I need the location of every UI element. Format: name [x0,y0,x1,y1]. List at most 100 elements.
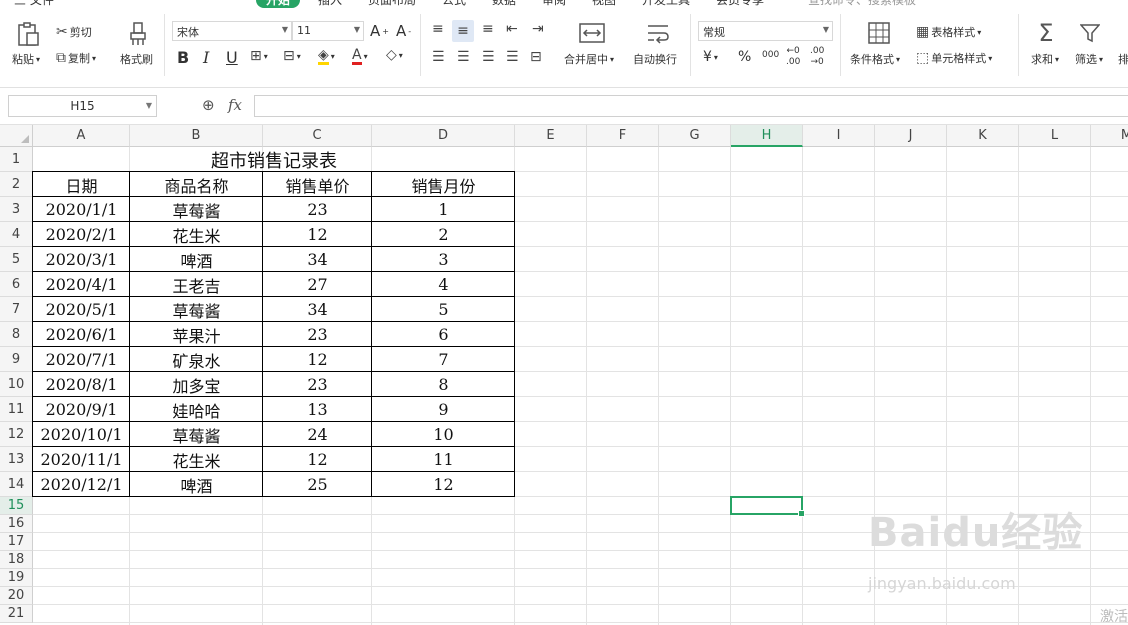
format-painter-icon[interactable] [124,20,152,48]
table-cell[interactable]: 2020/5/1 [33,297,130,322]
table-cell[interactable]: 2020/7/1 [33,347,130,372]
row-header-2[interactable]: 2 [0,172,33,197]
table-cell[interactable]: 10 [372,422,515,447]
paste-icon[interactable] [14,20,42,48]
bold-button[interactable]: B [177,48,189,67]
conditional-format-icon[interactable] [866,20,892,46]
percent-button[interactable]: % [738,49,751,65]
filter-button[interactable]: 筛选 ▾ [1075,51,1103,67]
menu-data[interactable]: 数据 [492,0,516,8]
currency-button[interactable]: ¥ ▾ [703,49,718,65]
row-header-17[interactable]: 17 [0,533,33,551]
formula-input[interactable] [254,95,1128,117]
table-cell[interactable]: 23 [263,197,372,222]
copy-button[interactable]: ⧉ 复制 ▾ [56,50,96,66]
column-header-j[interactable]: J [875,125,947,147]
table-cell[interactable]: 4 [372,272,515,297]
table-cell[interactable]: 苹果汁 [130,322,263,347]
column-header-d[interactable]: D [372,125,515,147]
row-header-4[interactable]: 4 [0,222,33,247]
cell-style-button[interactable]: ⬚ 单元格样式 ▾ [916,50,992,66]
wrap-text-icon[interactable] [644,20,672,46]
table-cell[interactable]: 13 [263,397,372,422]
table-cell[interactable]: 花生米 [130,222,263,247]
table-header-cell[interactable]: 日期 [33,172,130,197]
font-name-select[interactable]: 宋体 ▼ [172,21,292,41]
row-header-1[interactable]: 1 [0,147,33,172]
sort-button[interactable]: 排 [1118,51,1128,67]
table-cell[interactable]: 草莓酱 [130,422,263,447]
column-header-k[interactable]: K [947,125,1019,147]
table-cell[interactable]: 2020/8/1 [33,372,130,397]
table-cell[interactable]: 3 [372,247,515,272]
align-center-button[interactable]: ☰ [457,50,470,64]
table-cell[interactable]: 2020/4/1 [33,272,130,297]
table-header-cell[interactable]: 商品名称 [130,172,263,197]
decrease-decimal-button[interactable]: .00 →0 [810,47,824,67]
row-header-6[interactable]: 6 [0,272,33,297]
decrease-font-button[interactable]: A- [396,22,411,40]
table-cell[interactable]: 34 [263,297,372,322]
table-cell[interactable]: 12 [263,222,372,247]
sum-button[interactable]: 求和 ▾ [1031,51,1059,67]
table-cell[interactable]: 11 [372,447,515,472]
table-cell[interactable]: 2020/10/1 [33,422,130,447]
font-size-select[interactable]: 11 ▼ [292,21,364,41]
table-cell[interactable]: 7 [372,347,515,372]
row-header-16[interactable]: 16 [0,515,33,533]
fx-icon[interactable]: fx [228,96,242,114]
table-cell[interactable]: 娃哈哈 [130,397,263,422]
column-header-b[interactable]: B [130,125,263,147]
menu-formula[interactable]: 公式 [442,0,466,8]
table-cell[interactable]: 23 [263,322,372,347]
menu-page-layout[interactable]: 页面布局 [368,0,416,8]
sum-icon[interactable]: Σ [1034,19,1058,47]
table-cell[interactable]: 王老吉 [130,272,263,297]
clear-button[interactable]: ◇ ▾ [386,48,403,62]
justify-button[interactable]: ☰ [506,50,519,64]
table-header-cell[interactable]: 销售单价 [263,172,372,197]
menu-vip[interactable]: 会员专享 [716,0,764,8]
row-header-9[interactable]: 9 [0,347,33,372]
row-header-12[interactable]: 12 [0,422,33,447]
row-header-5[interactable]: 5 [0,247,33,272]
row-header-14[interactable]: 14 [0,472,33,497]
column-header-l[interactable]: L [1019,125,1091,147]
increase-font-button[interactable]: A + [370,22,389,40]
table-cell[interactable]: 2020/2/1 [33,222,130,247]
table-cell[interactable]: 9 [372,397,515,422]
fill-color-button[interactable]: ◈ ▾ [318,48,335,65]
increase-decimal-button[interactable]: ←0.00 [786,47,800,67]
row-header-21[interactable]: 21 [0,605,33,623]
cut-button[interactable]: ✂ 剪切 [56,24,92,40]
table-cell[interactable]: 啤酒 [130,472,263,497]
table-cell[interactable]: 2020/12/1 [33,472,130,497]
menu-review[interactable]: 审阅 [542,0,566,8]
row-header-13[interactable]: 13 [0,447,33,472]
column-header-e[interactable]: E [515,125,587,147]
row-header-11[interactable]: 11 [0,397,33,422]
zoom-search-icon[interactable]: ⊕ [202,96,215,114]
row-header-8[interactable]: 8 [0,322,33,347]
distribute-button[interactable]: ⊟ [530,50,542,64]
align-bottom-button[interactable]: ≡ [482,22,494,36]
menu-file[interactable]: 三 文件 [14,0,54,8]
underline-button[interactable]: U [226,48,238,67]
table-cell[interactable]: 12 [263,347,372,372]
column-header-g[interactable]: G [659,125,731,147]
column-header-f[interactable]: F [587,125,659,147]
column-header-c[interactable]: C [263,125,372,147]
column-header-i[interactable]: I [803,125,875,147]
align-middle-button[interactable]: ≡ [452,20,474,42]
table-cell[interactable]: 草莓酱 [130,297,263,322]
table-cell[interactable]: 34 [263,247,372,272]
align-top-button[interactable]: ≡ [432,22,444,36]
align-left-button[interactable]: ☰ [432,50,445,64]
table-cell[interactable]: 25 [263,472,372,497]
menu-developer[interactable]: 开发工具 [642,0,690,8]
table-cell[interactable]: 2020/1/1 [33,197,130,222]
decrease-indent-button[interactable]: ⇤ [506,22,518,36]
table-header-cell[interactable]: 销售月份 [372,172,515,197]
filter-icon[interactable] [1078,20,1102,46]
table-cell[interactable]: 24 [263,422,372,447]
